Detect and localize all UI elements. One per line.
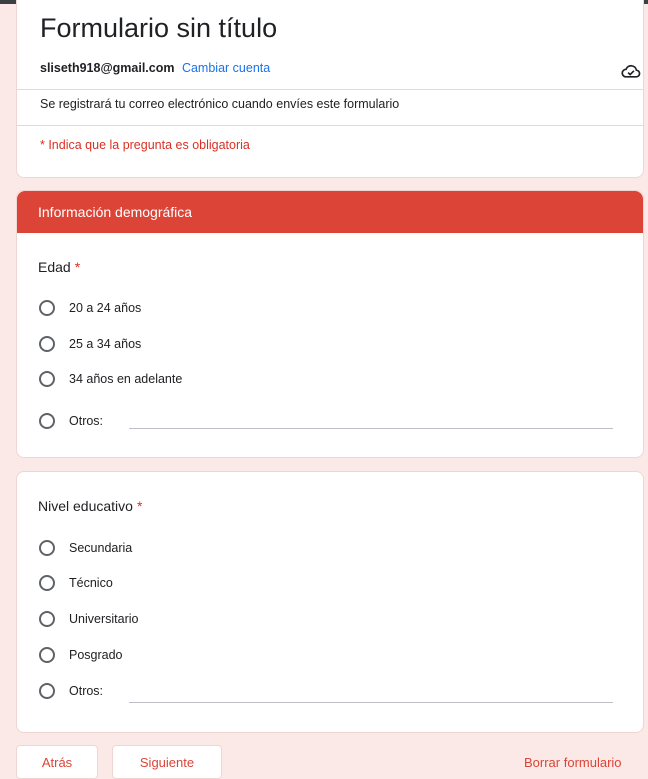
question-title-nivel-educativo: Nivel educativo *: [38, 498, 142, 514]
form-header-card: Formulario sin título sliseth918@gmail.c…: [16, 0, 644, 178]
option-educacion-2[interactable]: Técnico: [39, 573, 113, 593]
option-educacion-1[interactable]: Secundaria: [39, 538, 132, 558]
option-label: Otros:: [69, 684, 104, 698]
switch-account-link[interactable]: Cambiar cuenta: [182, 61, 270, 75]
option-educacion-other[interactable]: Otros:: [39, 681, 103, 701]
divider: [17, 89, 643, 90]
option-label: Secundaria: [69, 541, 133, 555]
form-title: Formulario sin título: [40, 13, 278, 43]
option-label: Otros:: [69, 414, 104, 428]
radio-button[interactable]: [39, 611, 55, 627]
required-star: *: [136, 498, 143, 514]
option-edad-other[interactable]: Otros:: [39, 411, 103, 431]
option-label: Universitario: [69, 612, 139, 626]
radio-button[interactable]: [39, 300, 55, 316]
option-label: Posgrado: [69, 648, 123, 662]
option-label: 20 a 24 años: [69, 301, 142, 315]
section-title: Información demográfica: [38, 204, 193, 220]
demographic-section-card: Información demográfica Edad * 20 a 24 añ…: [16, 190, 644, 458]
question-title-text: Edad: [38, 259, 71, 275]
radio-button[interactable]: [39, 575, 55, 591]
cloud-check-icon: [621, 64, 641, 78]
radio-button[interactable]: [39, 371, 55, 387]
account-email: sliseth918@gmail.com: [40, 61, 175, 75]
question-title-edad: Edad *: [38, 259, 80, 275]
required-note: * Indica que la pregunta es obligatoria: [40, 138, 250, 152]
other-text-input[interactable]: [129, 702, 613, 703]
back-button[interactable]: Atrás: [16, 745, 98, 779]
option-label: 34 años en adelante: [69, 372, 183, 386]
option-educacion-3[interactable]: Universitario: [39, 609, 138, 629]
email-record-note: Se registrará tu correo electrónico cuan…: [40, 97, 400, 111]
option-edad-3[interactable]: 34 años en adelante: [39, 369, 182, 389]
option-label: Técnico: [69, 576, 113, 590]
other-text-input[interactable]: [129, 428, 613, 429]
account-row: sliseth918@gmail.com Cambiar cuenta: [40, 61, 270, 75]
radio-button[interactable]: [39, 413, 55, 429]
radio-button[interactable]: [39, 647, 55, 663]
divider: [17, 125, 643, 126]
question-title-text: Nivel educativo: [38, 498, 133, 514]
option-educacion-4[interactable]: Posgrado: [39, 645, 123, 665]
required-star: *: [74, 259, 81, 275]
clear-form-link[interactable]: Borrar formulario: [524, 755, 622, 770]
option-edad-1[interactable]: 20 a 24 años: [39, 298, 141, 318]
education-question-card: Nivel educativo * Secundaria Técnico Univ…: [16, 471, 644, 733]
option-label: 25 a 34 años: [69, 337, 142, 351]
option-edad-2[interactable]: 25 a 34 años: [39, 334, 141, 354]
radio-button[interactable]: [39, 540, 55, 556]
section-header: Información demográfica: [17, 191, 643, 233]
radio-button[interactable]: [39, 683, 55, 699]
radio-button[interactable]: [39, 336, 55, 352]
next-button[interactable]: Siguiente: [112, 745, 222, 779]
